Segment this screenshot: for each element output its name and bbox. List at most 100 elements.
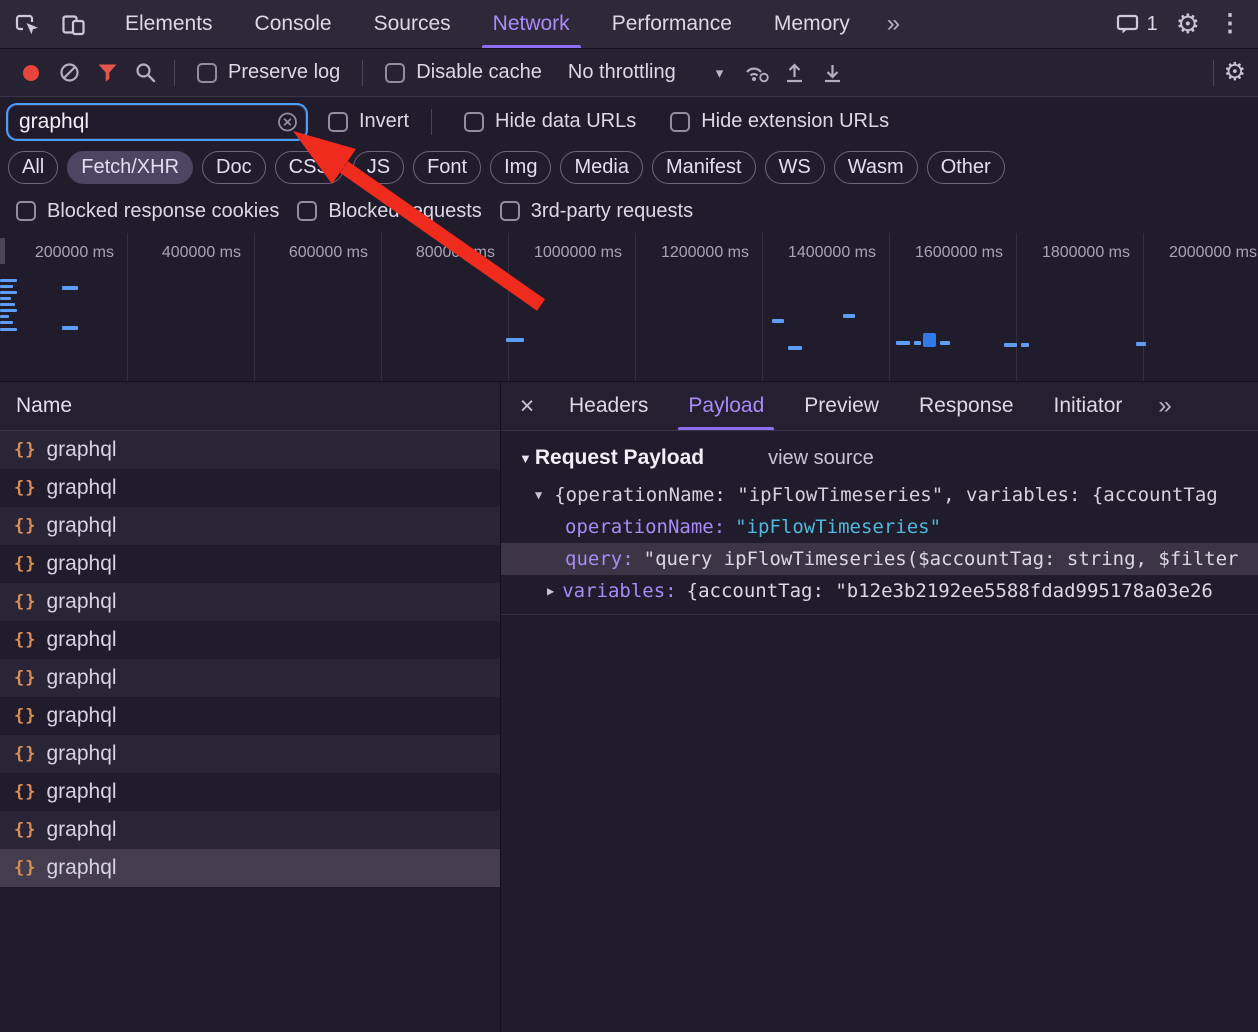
request-row[interactable]: {}graphql bbox=[0, 811, 500, 849]
tab-memory[interactable]: Memory bbox=[753, 0, 871, 48]
filter-input[interactable] bbox=[8, 105, 306, 139]
more-tabs-icon[interactable]: » bbox=[871, 0, 916, 48]
blocked-requests-toggle[interactable]: Blocked requests bbox=[297, 200, 481, 223]
payload-summary-row[interactable]: ▼ {operationName: "ipFlowTimeseries", va… bbox=[501, 479, 1258, 511]
xhr-braces-icon: {} bbox=[14, 440, 36, 460]
request-row[interactable]: {}graphql bbox=[0, 545, 500, 583]
chip-wasm[interactable]: Wasm bbox=[834, 151, 918, 184]
tab-headers[interactable]: Headers bbox=[549, 382, 668, 430]
network-overview-timeline[interactable]: 200000 ms 400000 ms 600000 ms 800000 ms … bbox=[0, 233, 1258, 382]
request-row[interactable]: {}graphql bbox=[0, 431, 500, 469]
close-details-icon[interactable]: × bbox=[505, 382, 549, 430]
chip-ws[interactable]: WS bbox=[765, 151, 825, 184]
tab-elements[interactable]: Elements bbox=[104, 0, 234, 48]
more-detail-tabs-icon[interactable]: » bbox=[1142, 382, 1187, 430]
clear-filter-icon[interactable] bbox=[276, 110, 299, 133]
tab-preview[interactable]: Preview bbox=[784, 382, 899, 430]
tab-console[interactable]: Console bbox=[234, 0, 353, 48]
disable-cache-toggle[interactable]: Disable cache bbox=[385, 61, 542, 84]
chip-img[interactable]: Img bbox=[490, 151, 551, 184]
chip-media[interactable]: Media bbox=[560, 151, 642, 184]
xhr-braces-icon: {} bbox=[14, 858, 36, 878]
hide-data-urls-toggle[interactable]: Hide data URLs bbox=[464, 110, 636, 133]
payload-entry-variables[interactable]: ▶ variables: {accountTag: "b12e3b2192ee5… bbox=[501, 575, 1258, 607]
xhr-braces-icon: {} bbox=[14, 592, 36, 612]
request-row[interactable]: {}graphql bbox=[0, 849, 500, 887]
timeline-cell: 800000 ms bbox=[381, 233, 509, 381]
blocked-requests-checkbox[interactable] bbox=[297, 201, 317, 221]
console-drawer-badge[interactable]: 1 bbox=[1116, 13, 1158, 36]
record-icon bbox=[23, 65, 39, 81]
hide-extension-urls-checkbox[interactable] bbox=[670, 112, 690, 132]
export-har-button[interactable] bbox=[813, 55, 851, 91]
panel-tabs: Elements Console Sources Network Perform… bbox=[104, 0, 916, 48]
invert-checkbox[interactable] bbox=[328, 112, 348, 132]
request-row[interactable]: {}graphql bbox=[0, 659, 500, 697]
tab-performance[interactable]: Performance bbox=[591, 0, 753, 48]
third-party-requests-checkbox[interactable] bbox=[500, 201, 520, 221]
preserve-log-toggle[interactable]: Preserve log bbox=[197, 61, 340, 84]
expand-caret-icon[interactable]: ▼ bbox=[535, 488, 542, 502]
inspect-element-icon[interactable] bbox=[14, 12, 41, 37]
expand-caret-icon[interactable]: ▶ bbox=[547, 584, 554, 598]
invert-toggle[interactable]: Invert bbox=[328, 110, 409, 133]
preserve-log-checkbox[interactable] bbox=[197, 63, 217, 83]
view-source-link[interactable]: view source bbox=[768, 447, 874, 470]
filter-row: Invert Hide data URLs Hide extension URL… bbox=[0, 97, 1258, 146]
request-row[interactable]: {}graphql bbox=[0, 583, 500, 621]
blocked-response-cookies-checkbox[interactable] bbox=[16, 201, 36, 221]
filter-input-wrap bbox=[8, 105, 306, 139]
tab-sources[interactable]: Sources bbox=[353, 0, 472, 48]
settings-gear-icon[interactable]: ⚙ bbox=[1176, 11, 1200, 38]
chip-other[interactable]: Other bbox=[927, 151, 1005, 184]
requests-list: {}graphql {}graphql {}graphql {}graphql … bbox=[0, 431, 500, 1032]
import-har-button[interactable] bbox=[775, 55, 813, 91]
timeline-cell: 200000 ms bbox=[0, 233, 128, 381]
chip-js[interactable]: JS bbox=[353, 151, 404, 184]
request-row[interactable]: {}graphql bbox=[0, 507, 500, 545]
request-row[interactable]: {}graphql bbox=[0, 773, 500, 811]
xhr-braces-icon: {} bbox=[14, 820, 36, 840]
hide-extension-urls-toggle[interactable]: Hide extension URLs bbox=[670, 110, 889, 133]
request-row[interactable]: {}graphql bbox=[0, 697, 500, 735]
device-toolbar-icon[interactable] bbox=[61, 13, 86, 36]
timeline-cell: 1000000 ms bbox=[508, 233, 636, 381]
chip-css[interactable]: CSS bbox=[275, 151, 344, 184]
third-party-requests-toggle[interactable]: 3rd-party requests bbox=[500, 200, 693, 223]
xhr-braces-icon: {} bbox=[14, 630, 36, 650]
chip-doc[interactable]: Doc bbox=[202, 151, 266, 184]
chip-font[interactable]: Font bbox=[413, 151, 481, 184]
kebab-menu-icon[interactable]: ⋮ bbox=[1218, 12, 1242, 36]
detail-tabs: × Headers Payload Preview Response Initi… bbox=[501, 382, 1258, 431]
timeline-cell: 1400000 ms bbox=[762, 233, 890, 381]
request-row[interactable]: {}graphql bbox=[0, 469, 500, 507]
messages-count: 1 bbox=[1147, 13, 1158, 36]
tab-network[interactable]: Network bbox=[472, 0, 591, 48]
payload-entry-operationName[interactable]: operationName: "ipFlowTimeseries" bbox=[501, 511, 1258, 543]
record-button[interactable] bbox=[12, 55, 50, 91]
network-conditions-button[interactable] bbox=[737, 55, 775, 91]
tab-response[interactable]: Response bbox=[899, 382, 1034, 430]
name-column-header[interactable]: Name bbox=[0, 382, 500, 431]
tab-initiator[interactable]: Initiator bbox=[1034, 382, 1143, 430]
timeline-cell: 600000 ms bbox=[254, 233, 382, 381]
hide-data-urls-checkbox[interactable] bbox=[464, 112, 484, 132]
search-button[interactable] bbox=[126, 55, 164, 91]
collapse-caret-icon[interactable]: ▼ bbox=[519, 451, 532, 466]
clear-network-log-button[interactable] bbox=[50, 55, 88, 91]
blocked-response-cookies-toggle[interactable]: Blocked response cookies bbox=[16, 200, 279, 223]
throttling-select[interactable]: No throttling ▾ bbox=[568, 61, 723, 84]
request-row[interactable]: {}graphql bbox=[0, 621, 500, 659]
xhr-braces-icon: {} bbox=[14, 706, 36, 726]
disable-cache-checkbox[interactable] bbox=[385, 63, 405, 83]
tab-payload[interactable]: Payload bbox=[668, 382, 784, 430]
request-row[interactable]: {}graphql bbox=[0, 735, 500, 773]
chip-fetch-xhr[interactable]: Fetch/XHR bbox=[67, 151, 193, 184]
payload-entry-query[interactable]: query: "query ipFlowTimeseries($accountT… bbox=[501, 543, 1258, 575]
chip-all[interactable]: All bbox=[8, 151, 58, 184]
network-settings-gear-icon[interactable]: ⚙ bbox=[1224, 60, 1246, 85]
filter-toggle-button[interactable] bbox=[88, 55, 126, 91]
messages-icon bbox=[1116, 13, 1140, 35]
chip-manifest[interactable]: Manifest bbox=[652, 151, 756, 184]
request-details-panel: × Headers Payload Preview Response Initi… bbox=[501, 382, 1258, 1032]
